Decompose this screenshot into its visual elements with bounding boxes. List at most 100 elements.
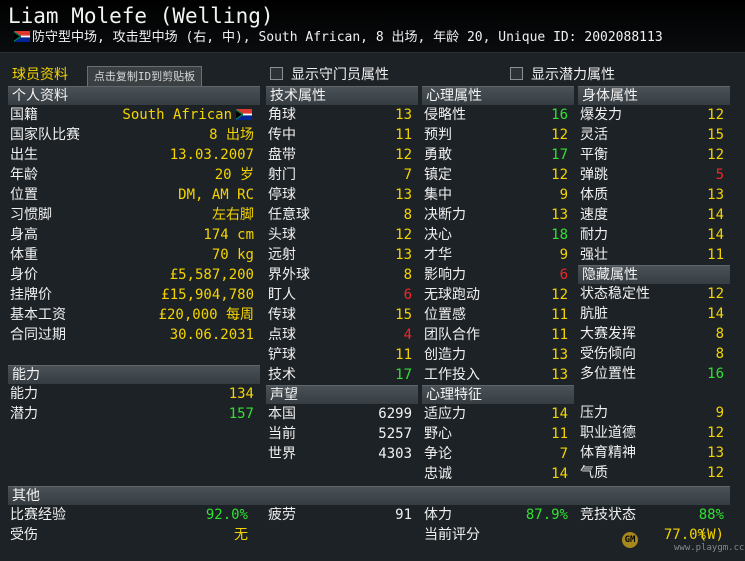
personal-value: £20,000 每周	[158, 307, 254, 323]
mental-value: 9	[559, 247, 568, 263]
traits2-label: 职业道德	[580, 425, 636, 441]
ability-value: 157	[228, 406, 254, 422]
checkbox-icon[interactable]	[510, 67, 523, 80]
copy-id-tooltip[interactable]: 点击复制ID到剪贴板	[87, 66, 202, 87]
technical-row: 点球 4	[266, 325, 418, 345]
section-header-mental: 心理属性	[422, 86, 574, 105]
technical-row: 盘带 12	[266, 145, 418, 165]
mental-label: 侵略性	[424, 107, 466, 123]
personal-row: 挂牌价 £15,904,780	[8, 285, 260, 305]
technical-row: 传中 11	[266, 125, 418, 145]
reputation-label: 本国	[268, 406, 296, 422]
technical-row: 远射 13	[266, 245, 418, 265]
mental-row: 集中 9	[422, 185, 574, 205]
mental-value: 12	[551, 287, 568, 303]
traits-label: 野心	[424, 426, 452, 442]
mental-row: 预判 12	[422, 125, 574, 145]
personal-row: 出生 13.03.2007	[8, 145, 260, 165]
technical-label: 头球	[268, 227, 296, 243]
technical-row: 角球 13	[266, 105, 418, 125]
physical-value: 14	[707, 227, 724, 243]
show-goalkeeper-checkbox[interactable]: 显示守门员属性	[270, 64, 389, 84]
reputation-row: 本国 6299	[266, 404, 418, 424]
mental-row: 创造力 13	[422, 345, 574, 365]
stat-row: 疲劳 91	[268, 507, 412, 523]
mental-row: 决断力 13	[422, 205, 574, 225]
mental-label: 工作投入	[424, 367, 480, 383]
hidden-value: 8	[715, 326, 724, 342]
traits-value: 7	[559, 446, 568, 462]
personal-value: South African	[122, 107, 232, 123]
mental-label: 创造力	[424, 347, 466, 363]
traits2-value: 12	[707, 465, 724, 481]
mental-row: 无球跑动 12	[422, 285, 574, 305]
reputation-label: 世界	[268, 446, 296, 462]
personal-label: 身价	[10, 267, 38, 283]
reputation-value: 6299	[378, 406, 412, 422]
checkbox-icon[interactable]	[270, 67, 283, 80]
hidden-label: 肮脏	[580, 306, 608, 322]
ability-row: 能力 134	[8, 384, 260, 404]
south-africa-flag-icon	[14, 31, 30, 42]
mental-row: 勇敢 17	[422, 145, 574, 165]
traits-label: 适应力	[424, 406, 466, 422]
physical-label: 体质	[580, 187, 608, 203]
hidden-label: 状态稳定性	[580, 286, 650, 302]
personal-value: 8 出场	[209, 127, 254, 143]
traits2-row: 体育精神 13	[578, 443, 730, 463]
tab-player-profile[interactable]: 球员资料	[12, 64, 68, 84]
hidden-row: 状态稳定性 12	[578, 284, 730, 304]
hidden-value: 14	[707, 306, 724, 322]
personal-row: 年龄 20 岁	[8, 165, 260, 185]
technical-label: 界外球	[268, 267, 310, 283]
physical-row: 速度 14	[578, 205, 730, 225]
technical-value: 4	[403, 327, 412, 343]
mental-row: 镇定 12	[422, 165, 574, 185]
technical-value: 13	[395, 107, 412, 123]
technical-label: 停球	[268, 187, 296, 203]
mental-row: 位置感 11	[422, 305, 574, 325]
personal-value: 30.06.2031	[169, 327, 254, 343]
mental-label: 镇定	[424, 167, 452, 183]
traits2-value: 12	[707, 425, 724, 441]
technical-label: 射门	[268, 167, 296, 183]
mental-row: 才华 9	[422, 245, 574, 265]
mental-value: 11	[551, 327, 568, 343]
hidden-label: 受伤倾向	[580, 346, 636, 362]
mental-value: 13	[551, 347, 568, 363]
physical-value: 14	[707, 207, 724, 223]
personal-label: 出生	[10, 147, 38, 163]
personal-label: 位置	[10, 187, 38, 203]
technical-row: 射门 7	[266, 165, 418, 185]
show-potential-checkbox[interactable]: 显示潜力属性	[510, 64, 615, 84]
physical-label: 耐力	[580, 227, 608, 243]
traits2-value: 9	[715, 405, 724, 421]
technical-label: 任意球	[268, 207, 310, 223]
physical-label: 弹跳	[580, 167, 608, 183]
technical-value: 15	[395, 307, 412, 323]
player-name: Liam Molefe (Welling)	[8, 4, 274, 28]
mental-value: 13	[551, 207, 568, 223]
section-header-other: 其他	[8, 486, 730, 505]
technical-label: 传球	[268, 307, 296, 323]
traits2-label: 体育精神	[580, 445, 636, 461]
personal-label: 挂牌价	[10, 287, 52, 303]
technical-value: 7	[403, 167, 412, 183]
mental-label: 无球跑动	[424, 287, 480, 303]
site-watermark: GM www.playgm.cc	[622, 528, 744, 558]
physical-value: 13	[707, 187, 724, 203]
technical-value: 13	[395, 187, 412, 203]
ability-value: 134	[228, 386, 254, 402]
traits-row: 争论 7	[422, 444, 574, 464]
personal-label: 年龄	[10, 167, 38, 183]
personal-row: 习惯脚 左右脚	[8, 205, 260, 225]
physical-row: 平衡 12	[578, 145, 730, 165]
traits2-row: 压力 9	[578, 403, 730, 423]
stat-row: 受伤 无	[10, 527, 248, 543]
section-header-technical: 技术属性	[266, 86, 418, 105]
player-summary: 防守型中场, 攻击型中场 (右, 中), South African, 8 出场…	[14, 29, 663, 46]
technical-label: 点球	[268, 327, 296, 343]
south-africa-flag-icon	[236, 109, 252, 120]
personal-value: DM, AM RC	[178, 187, 254, 203]
